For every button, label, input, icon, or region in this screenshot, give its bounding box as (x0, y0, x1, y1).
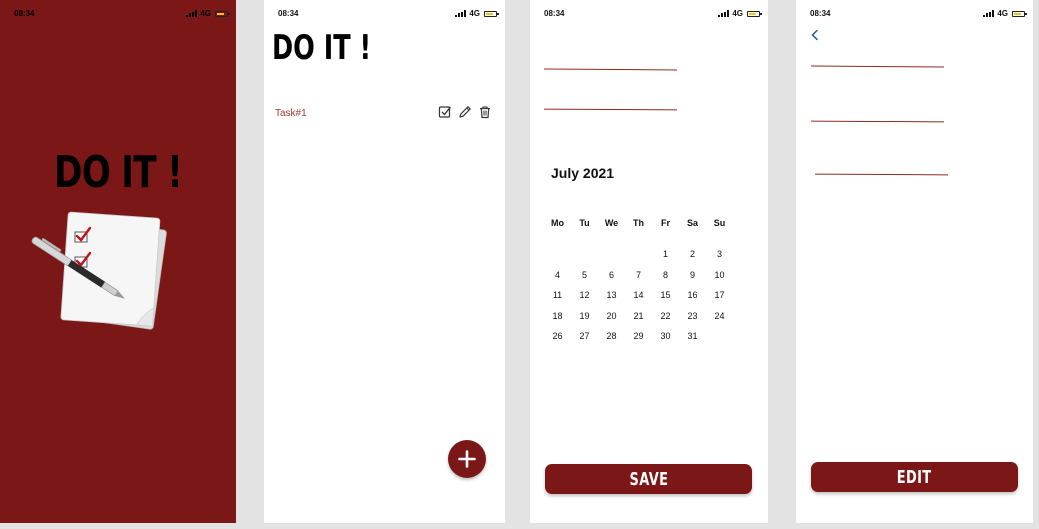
calendar-day[interactable]: 1 (652, 244, 679, 265)
calendar-day[interactable]: 26 (544, 326, 571, 347)
task-name-field[interactable] (543, 68, 678, 71)
calendar-weekday: Th (633, 218, 644, 228)
calendar-day[interactable]: 4 (544, 265, 571, 286)
calendar-day[interactable]: 17 (706, 285, 733, 306)
network-label: 4G (200, 9, 211, 18)
calendar-month: July 2021 (551, 165, 615, 181)
calendar-day[interactable]: 14 (625, 285, 652, 306)
calendar-day[interactable]: 7 (625, 265, 652, 286)
signal-icon (455, 10, 467, 17)
calendar-week: 11 12 13 14 15 16 17 (544, 285, 736, 306)
battery-icon (484, 10, 499, 17)
calendar-empty-cell (598, 244, 625, 265)
status-time: 08:34 (810, 9, 831, 18)
calendar-day[interactable]: 12 (571, 285, 598, 306)
add-task-button[interactable] (448, 440, 486, 478)
calendar-day[interactable]: 22 (652, 306, 679, 327)
task-date-field[interactable] (814, 173, 949, 176)
calendar-week: 123 (544, 244, 736, 265)
calendar-day[interactable]: 19 (571, 306, 598, 327)
calendar-weekday: Fr (661, 218, 670, 228)
calendar-day[interactable]: 20 (598, 306, 625, 327)
task-label: Task#1 (275, 108, 307, 119)
battery-icon (1012, 10, 1027, 17)
signal-icon (718, 10, 730, 17)
calendar-weekday: Mo (551, 218, 564, 228)
battery-icon (747, 10, 762, 17)
calendar-day[interactable]: 15 (652, 285, 679, 306)
check-square-icon[interactable] (437, 104, 453, 120)
edit-task-screen: 08:34 4G EDIT (796, 0, 1033, 523)
network-label: 4G (997, 9, 1008, 18)
calendar-weekday: Su (713, 218, 726, 228)
calendar-day[interactable]: 11 (544, 285, 571, 306)
status-bar: 08:34 4G (274, 9, 499, 21)
task-name-field[interactable] (810, 65, 945, 68)
calendar-week: 18 19 20 21 22 23 24 (544, 306, 736, 327)
calendar-day[interactable]: 10 (706, 265, 733, 286)
signal-icon (983, 10, 995, 17)
plus-icon (458, 450, 476, 468)
edit-button[interactable]: EDIT (811, 462, 1018, 492)
calendar-day[interactable]: 2 (679, 244, 706, 265)
network-label: 4G (469, 9, 480, 18)
calendar-day[interactable]: 27 (571, 326, 598, 347)
calendar-day[interactable]: 23 (679, 306, 706, 327)
calendar-weekday: Sa (686, 218, 698, 228)
status-bar: 08:34 4G (540, 9, 762, 21)
save-button[interactable]: SAVE (545, 464, 752, 494)
calendar-empty-cell (571, 244, 598, 265)
calendar-empty-cell (625, 244, 652, 265)
notepad-checklist-pen-icon (30, 205, 175, 345)
calendar-week: 26 27 28 29 30 31 (544, 326, 736, 347)
calendar-day[interactable]: 16 (679, 285, 706, 306)
calendar-day[interactable]: 5 (571, 265, 598, 286)
new-task-screen: 08:34 4G July 2021 Mo Tu We Th Fr Sa Su 123456… (530, 0, 768, 523)
status-time: 08:34 (14, 9, 35, 18)
task-description-field[interactable] (810, 120, 945, 123)
status-bar: 08:34 4G (806, 9, 1027, 21)
status-time: 08:34 (278, 9, 299, 18)
status-time: 08:34 (544, 9, 565, 18)
pencil-icon[interactable] (457, 104, 473, 120)
back-button[interactable] (808, 28, 822, 42)
calendar: Mo Tu We Th Fr Sa Su 1 2 3 4 5 6 7 8 9 10 11 12 13 14 15 16 17… (544, 213, 736, 347)
splash-screen: 08:34 4G DO IT ! (0, 0, 236, 523)
calendar-day[interactable]: 9 (679, 265, 706, 286)
calendar-weekdays: Mo Tu We Th Fr Sa Su (544, 213, 736, 233)
network-label: 4G (732, 9, 743, 18)
calendar-day[interactable]: 21 (625, 306, 652, 327)
task-description-field[interactable] (543, 108, 678, 111)
page-title: DO IT ! (272, 28, 372, 68)
calendar-day[interactable]: 18 (544, 306, 571, 327)
calendar-day[interactable]: 13 (598, 285, 625, 306)
calendar-week: 4 5 6 7 8 9 10 (544, 265, 736, 286)
list-item[interactable]: Task#1 (275, 104, 493, 122)
calendar-day[interactable]: 8 (652, 265, 679, 286)
calendar-day[interactable]: 29 (625, 326, 652, 347)
calendar-weekday: Tu (579, 218, 590, 228)
calendar-days: 1 2 3 4 5 6 7 8 9 10 11 12 13 14 15 16 17 18 19 20 21 22 23 24 2… (544, 244, 736, 347)
calendar-day[interactable]: 30 (652, 326, 679, 347)
calendar-day[interactable]: 28 (598, 326, 625, 347)
battery-icon (215, 10, 230, 17)
calendar-day[interactable]: 3 (706, 244, 733, 265)
status-bar: 08:34 4G (10, 9, 230, 21)
chevron-left-icon (811, 29, 818, 41)
trash-icon[interactable] (477, 104, 493, 120)
calendar-empty-cell (706, 326, 733, 347)
signal-icon (186, 10, 198, 17)
calendar-weekday: We (604, 218, 619, 228)
calendar-day[interactable]: 24 (706, 306, 733, 327)
calendar-empty-cell (544, 244, 571, 265)
splash-title: DO IT ! (54, 147, 183, 198)
calendar-day[interactable]: 6 (598, 265, 625, 286)
calendar-day[interactable]: 31 (679, 326, 706, 347)
task-list-screen: 08:34 4G DO IT ! Task#1 (264, 0, 505, 523)
